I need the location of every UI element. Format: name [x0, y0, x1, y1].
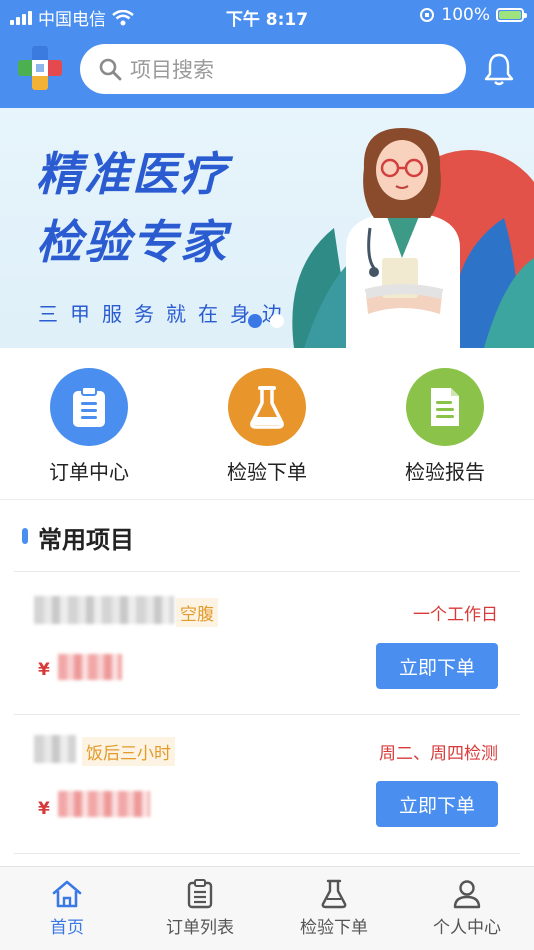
tab-place-test-order[interactable]: 检验下单: [267, 879, 401, 938]
quick-test-report[interactable]: 检验报告: [385, 368, 505, 485]
battery-icon: [496, 8, 527, 22]
promo-banner[interactable]: 精准医疗 检验专家 三甲服务就在身边: [0, 108, 534, 348]
flask-icon: [321, 879, 347, 909]
tab-label: 个人中心: [433, 918, 501, 938]
item-name-redacted: [34, 596, 174, 624]
quick-order-center[interactable]: 订单中心: [29, 368, 149, 485]
bottom-tab-bar: 首页 订单列表 检验下单 个人中心: [0, 866, 534, 950]
section-title: 常用项目: [38, 526, 134, 554]
item-price-redacted: [58, 791, 150, 817]
quick-label: 检验报告: [405, 460, 485, 484]
currency-symbol: ¥: [38, 660, 50, 680]
tab-profile[interactable]: 个人中心: [400, 879, 534, 938]
banner-pagination: [248, 314, 284, 328]
banner-dot-2[interactable]: [270, 314, 284, 328]
item-tag: 空腹: [176, 598, 218, 627]
tab-order-list[interactable]: 订单列表: [133, 879, 267, 938]
tab-label: 订单列表: [166, 918, 234, 938]
order-now-button[interactable]: 立即下单: [376, 643, 498, 689]
item-name-redacted: [34, 735, 76, 763]
doctor-illustration: [292, 128, 534, 348]
clipboard-icon: [50, 368, 128, 446]
quick-label: 订单中心: [49, 460, 129, 484]
battery-percent: 100%: [441, 5, 490, 25]
bell-icon[interactable]: [484, 52, 514, 86]
orientation-lock-icon: [420, 8, 435, 22]
list-item[interactable]: 空腹 一个工作日 ¥ 立即下单: [0, 572, 534, 712]
banner-title-line2: 检验专家: [36, 215, 228, 269]
currency-symbol: ¥: [38, 799, 50, 819]
home-icon: [52, 880, 82, 908]
tab-label: 检验下单: [300, 918, 368, 938]
tab-label: 首页: [50, 918, 84, 938]
top-header: 项目搜索: [0, 32, 534, 108]
list-item[interactable]: 饭后三小时 周二、周四检测 ¥ 立即下单: [0, 715, 534, 855]
search-input[interactable]: 项目搜索: [80, 44, 466, 94]
quick-label: 检验下单: [227, 460, 307, 484]
user-icon: [453, 880, 481, 909]
status-right: 100%: [419, 5, 527, 25]
common-items-header: 常用项目: [0, 502, 534, 570]
search-icon: [99, 58, 122, 81]
quick-place-test-order[interactable]: 检验下单: [207, 368, 327, 485]
banner-dot-1[interactable]: [248, 314, 262, 328]
item-tag: 饭后三小时: [82, 737, 175, 766]
banner-title-line1: 精准医疗: [36, 147, 228, 201]
list-icon: [187, 879, 213, 909]
status-bar: 中国电信 下午 8:17 100%: [0, 0, 534, 32]
search-placeholder: 项目搜索: [130, 58, 214, 82]
medical-cross-logo-icon[interactable]: [16, 44, 64, 92]
item-schedule: 周二、周四检测: [379, 744, 498, 764]
item-price-redacted: [58, 654, 122, 680]
section-accent-bar: [22, 528, 28, 544]
tab-home[interactable]: 首页: [0, 879, 134, 938]
app-root: 中国电信 下午 8:17 100% 项目搜索 精准医疗 检验专家 三甲服务就在身…: [0, 0, 534, 950]
divider: [14, 853, 520, 854]
order-now-button[interactable]: 立即下单: [376, 781, 498, 827]
flask-icon: [228, 368, 306, 446]
item-schedule: 一个工作日: [413, 605, 498, 625]
quick-menu: 订单中心 检验下单 检验报告: [0, 348, 534, 500]
report-document-icon: [406, 368, 484, 446]
